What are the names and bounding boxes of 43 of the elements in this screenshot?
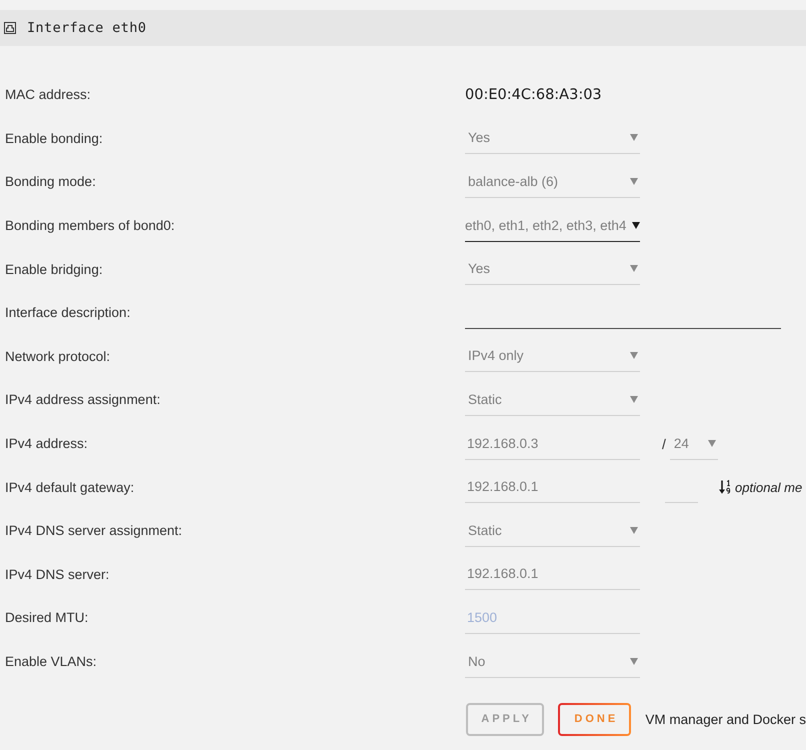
input-field[interactable]: 192.168.0.1 (465, 558, 640, 590)
field-label: IPv4 DNS server assignment: (4, 523, 184, 538)
caret-icon (630, 396, 638, 403)
field-label: Enable VLANs: (4, 654, 98, 670)
field-label: Network protocol: (4, 348, 112, 364)
field-label: MAC address: (4, 87, 92, 102)
section-title: Interface eth0 (27, 20, 146, 36)
field-label: IPv4 DNS server: (4, 566, 110, 582)
separator-text: / (662, 436, 666, 452)
select-field[interactable]: Static (465, 384, 640, 416)
hint-text: optional me (735, 480, 802, 495)
network-port-icon (4, 22, 16, 34)
field-label: Enable bonding: (4, 130, 104, 146)
select-field[interactable]: Yes (465, 122, 640, 154)
select-field[interactable]: No (465, 646, 640, 678)
field-label: IPv4 address assignment: (4, 392, 162, 408)
select-field[interactable]: IPv4 only (465, 340, 640, 372)
field-label: IPv4 default gateway: (4, 480, 136, 495)
caret-icon (630, 658, 638, 665)
field-label: Bonding mode: (4, 174, 97, 190)
select-field[interactable]: Static (465, 514, 640, 547)
status-note: VM manager and Docker s (645, 712, 806, 727)
field-label: IPv4 address: (4, 436, 89, 452)
caret-icon (630, 352, 638, 360)
field-label: Enable bridging: (4, 262, 104, 277)
select-field[interactable]: Yes (465, 253, 640, 286)
select-field[interactable]: balance-alb (6) (465, 166, 640, 198)
field-label: Bonding members of bond0: (4, 218, 176, 234)
select-field[interactable]: 24 (670, 428, 718, 460)
field-label: Desired MTU: (4, 610, 90, 626)
input-field[interactable]: 192.168.0.1 (465, 471, 640, 504)
input-field[interactable]: 192.168.0.3 (465, 428, 640, 460)
caret-icon (630, 526, 638, 534)
select-field[interactable]: eth0, eth1, eth2, eth3, eth4 (465, 210, 640, 242)
field-label: Interface description: (4, 305, 132, 320)
mac-address-value: 00:E0:4C:68:A3:03 (465, 86, 602, 103)
caret-icon (630, 178, 638, 185)
caret-icon (630, 265, 638, 272)
caret-icon (708, 440, 716, 447)
sort-down-icon (719, 480, 731, 494)
caret-icon (630, 134, 638, 142)
caret-icon (632, 222, 640, 229)
action-button[interactable]: DONE (558, 702, 632, 736)
